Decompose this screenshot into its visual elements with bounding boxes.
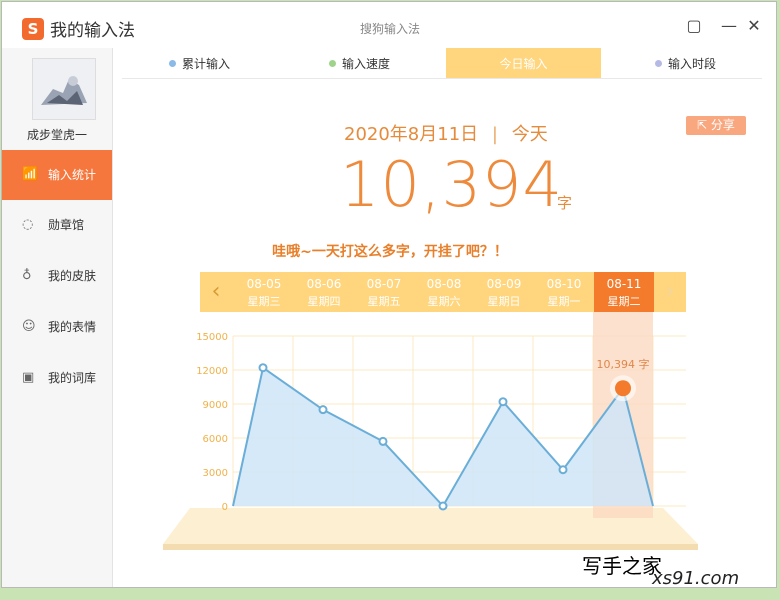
word-count: 10,394 [340, 148, 563, 221]
day-weekday: 星期二 [607, 295, 641, 308]
area-fill [233, 367, 653, 506]
highlight-data-label: 10,394 字 [597, 357, 650, 371]
y-tick-label: 15000 [196, 332, 228, 343]
day-item[interactable]: 08-10 星期一 [534, 272, 594, 312]
window-title: 搜狗输入法 [359, 22, 420, 36]
feedback-icon[interactable]: ▢ [682, 14, 706, 38]
day-item-selected[interactable]: 08-11 星期二 [594, 272, 654, 312]
day-weekday: 星期四 [307, 295, 341, 308]
y-tick-label: 6000 [203, 434, 228, 445]
share-button[interactable]: ⇱ 分享 [686, 116, 746, 135]
close-button[interactable]: ✕ [742, 14, 766, 38]
tab-label: 今日输入 [499, 57, 548, 71]
chart-icon: 📶 [22, 167, 39, 182]
share-label: 分享 [710, 118, 735, 132]
app-window: S 我的输入法 搜狗输入法 ▢ — ✕ 成步堂虎一 📶 输入统计 ◌ 勋章馆 ♁… [1, 1, 777, 588]
dot-icon [654, 60, 662, 67]
day-weekday: 星期一 [547, 295, 581, 308]
tab-total-input[interactable]: 累计输入 [122, 48, 277, 78]
avatar[interactable] [32, 58, 96, 120]
date-separator: | [491, 124, 498, 145]
tab-label: 输入速度 [341, 57, 390, 71]
watermark-url: xs91.com [652, 568, 740, 588]
watermark-text: 写手之家 [582, 554, 662, 578]
today-date: 2020年8月11日 | 今天 [344, 120, 548, 146]
tab-input-period[interactable]: 输入时段 [608, 48, 763, 78]
tab-label: 累计输入 [181, 57, 230, 71]
day-date: 08-08 [426, 277, 462, 291]
day-date: 08-10 [546, 277, 582, 291]
highlight-point [615, 380, 631, 397]
day-date: 08-06 [306, 277, 342, 291]
word-count-unit: 字 [557, 194, 573, 212]
day-date: 08-09 [486, 277, 522, 291]
sidebar-item-input-stats[interactable]: 📶 输入统计 [2, 150, 112, 200]
today-label: 今天 [511, 124, 548, 145]
next-arrow-icon[interactable]: › [654, 272, 686, 312]
username: 成步堂虎一 [26, 128, 87, 142]
day-item[interactable]: 08-05 星期三 [234, 272, 294, 312]
day-date: 08-11 [606, 277, 642, 291]
day-weekday: 星期日 [487, 295, 521, 308]
date-strip: ‹ 08-05 星期三 08-06 星期四 08-07 星期五 08-08 星期六 08… [200, 272, 686, 312]
tab-input-speed[interactable]: 输入速度 [282, 48, 437, 78]
data-point [258, 363, 268, 373]
day-date: 08-05 [246, 277, 282, 291]
sidebar-item-label: 输入统计 [48, 168, 97, 182]
day-weekday: 星期五 [367, 295, 401, 308]
day-date: 08-07 [366, 277, 402, 291]
minimize-button[interactable]: — [717, 14, 741, 38]
sidebar-item-label: 我的词库 [48, 371, 97, 385]
day-weekday: 星期三 [247, 295, 281, 308]
y-tick-label: 9000 [203, 400, 228, 411]
title-bar: S 我的输入法 搜狗输入法 ▢ — ✕ [2, 2, 776, 48]
y-tick-label: 12000 [196, 366, 228, 377]
tab-label: 输入时段 [667, 57, 716, 71]
share-icon: ⇱ [697, 118, 711, 132]
data-point [378, 436, 388, 446]
day-item[interactable]: 08-07 星期五 [354, 272, 414, 312]
day-item[interactable]: 08-08 星期六 [414, 272, 474, 312]
data-point [498, 397, 508, 407]
sidebar-item-emoji[interactable]: ☺ 我的表情 [2, 302, 112, 352]
tab-today-input[interactable]: 今日输入 [446, 48, 601, 78]
y-tick-label: 3000 [203, 468, 228, 479]
dot-icon [168, 60, 176, 67]
day-weekday: 星期六 [427, 295, 461, 308]
encouragement-message: 哇哦~一天打这么多字，开挂了吧？！ [272, 244, 508, 260]
data-point [438, 501, 448, 511]
day-item[interactable]: 08-06 星期四 [294, 272, 354, 312]
sidebar: 成步堂虎一 📶 输入统计 ◌ 勋章馆 ♁ 我的皮肤 ☺ 我的表情 ▣ 我的词库 [2, 48, 113, 587]
date-text: 2020年8月11日 [344, 124, 479, 145]
tab-bar: 累计输入 输入速度 今日输入 输入时段 [122, 48, 762, 79]
dot-icon [328, 60, 336, 67]
sidebar-item-dictionary[interactable]: ▣ 我的词库 [2, 353, 112, 403]
daily-input-chart: 0 3000 6000 9000 12000 15000 10,394 字 [163, 312, 698, 550]
prev-arrow-icon[interactable]: ‹ [200, 272, 232, 312]
day-item[interactable]: 08-09 星期日 [474, 272, 534, 312]
y-tick-label: 0 [222, 502, 228, 513]
book-icon: ▣ [22, 370, 35, 385]
data-point [558, 465, 568, 475]
data-point [318, 405, 328, 415]
smiley-icon: ☺ [22, 319, 36, 334]
sidebar-item-label: 我的表情 [48, 320, 97, 334]
